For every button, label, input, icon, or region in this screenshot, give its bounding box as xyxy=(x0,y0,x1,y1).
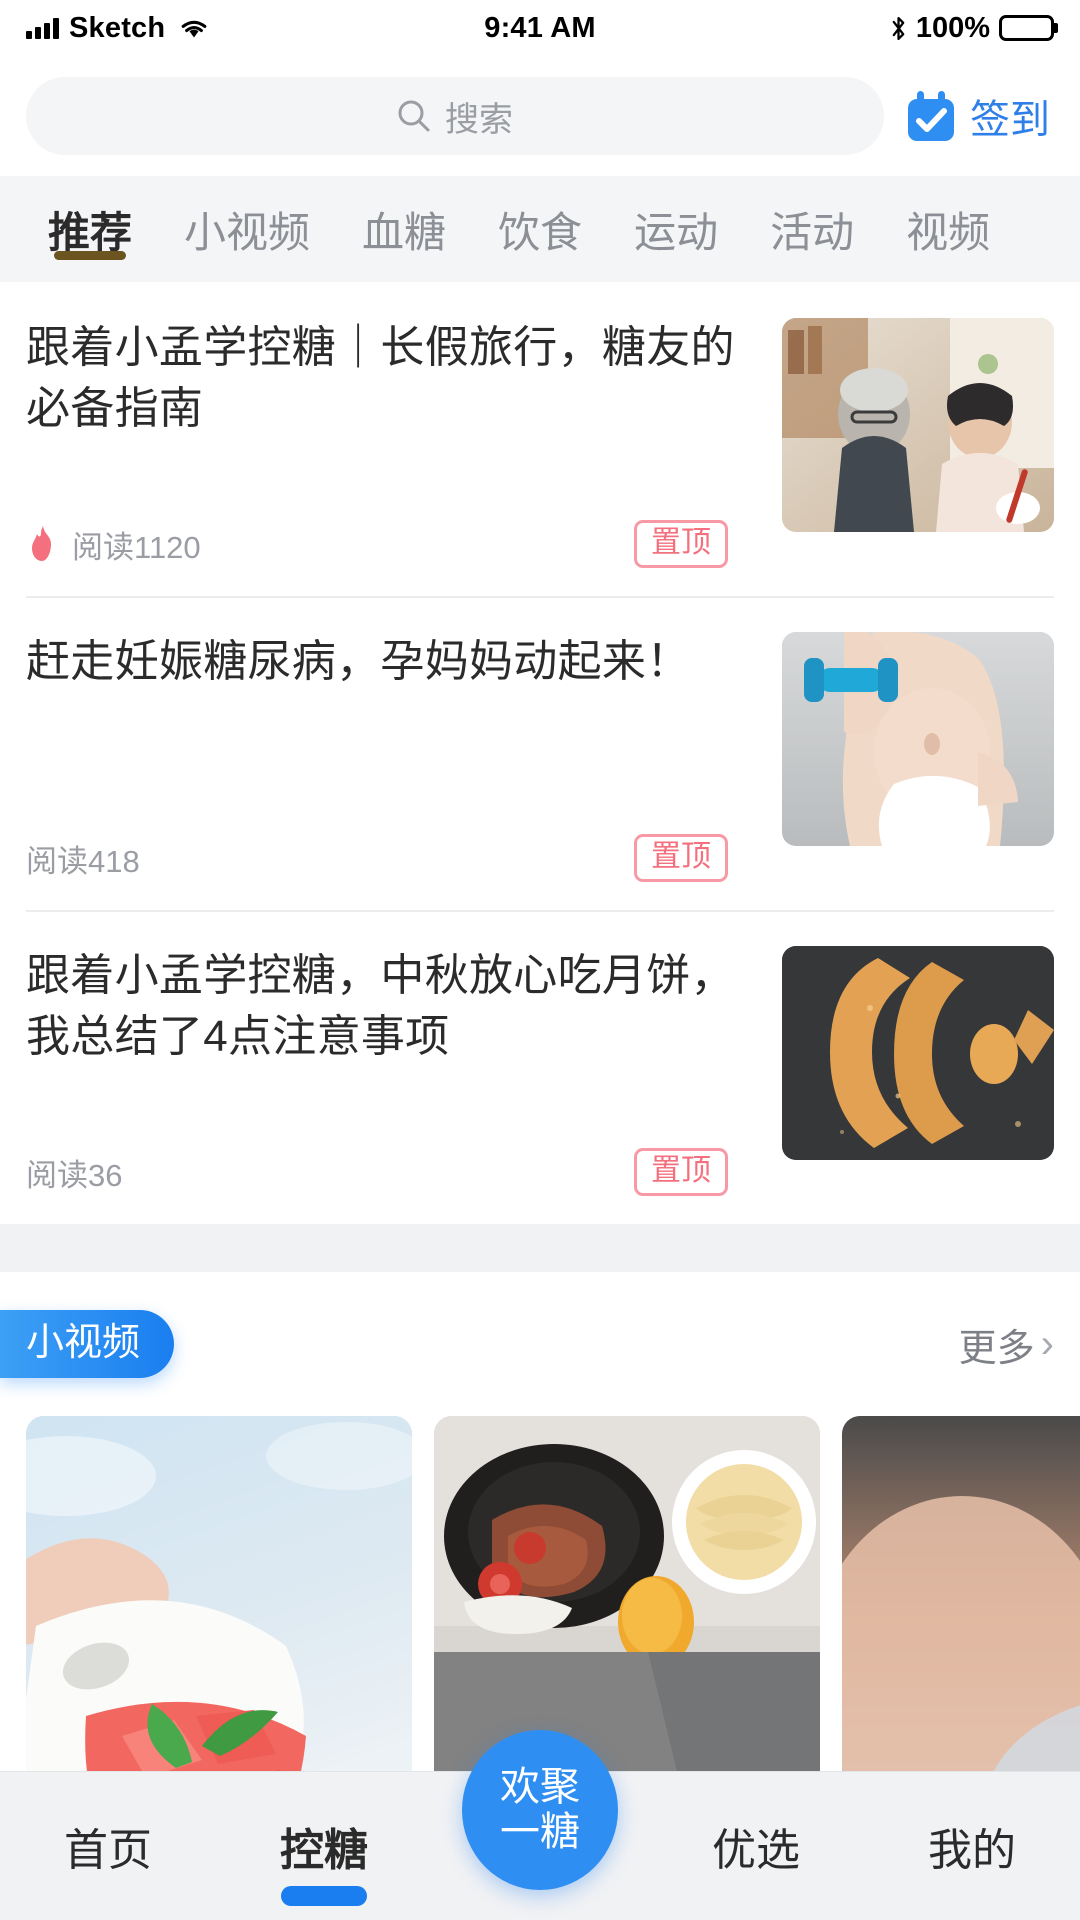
article-thumbnail xyxy=(782,318,1054,532)
tab-diet[interactable]: 饮食 xyxy=(472,176,608,282)
search-input[interactable]: 搜索 xyxy=(26,77,884,155)
tab-recommend[interactable]: 推荐 xyxy=(22,176,158,282)
bottom-navigation[interactable]: 首页 控糖 优选 我的 欢聚 一糖 xyxy=(0,1730,1080,1920)
nav-item-mine[interactable]: 我的 xyxy=(864,1814,1080,1878)
article-content: 跟着小孟学控糖，中秋放心吃月饼，我总结了4点注意事项 阅读36 置顶 xyxy=(26,946,756,1196)
status-left: Sketch xyxy=(26,12,209,45)
tab-bloodsugar[interactable]: 血糖 xyxy=(336,176,472,282)
search-icon xyxy=(397,99,431,133)
status-bar: Sketch 9:41 AM 100% xyxy=(0,0,1080,56)
article-row[interactable]: 跟着小孟学控糖，中秋放心吃月饼，我总结了4点注意事项 阅读36 置顶 xyxy=(26,910,1054,1224)
read-count-label: 阅读36 xyxy=(26,1157,123,1193)
article-meta: 阅读36 置顶 xyxy=(26,1148,756,1196)
status-badge: 置顶 xyxy=(634,1148,728,1196)
article-content: 赶走妊娠糖尿病，孕妈妈动起来！ 阅读418 置顶 xyxy=(26,632,756,882)
nav-item-home[interactable]: 首页 xyxy=(0,1814,216,1878)
chevron-right-icon: › xyxy=(1040,1322,1054,1366)
bluetooth-icon xyxy=(890,15,907,42)
short-video-pill-label: 小视频 xyxy=(0,1310,175,1378)
status-right: 100% xyxy=(890,12,1054,45)
search-header: 搜索 签到 xyxy=(0,56,1080,176)
category-tabs[interactable]: 推荐 小视频 血糖 饮食 运动 活动 视频 xyxy=(0,176,1080,282)
search-placeholder: 搜索 xyxy=(445,100,513,139)
article-meta: 阅读418 置顶 xyxy=(26,834,756,882)
article-thumbnail xyxy=(782,946,1054,1160)
read-count-label: 阅读1120 xyxy=(72,529,201,565)
article-thumbnail xyxy=(782,632,1054,846)
article-title: 跟着小孟学控糖，中秋放心吃月饼，我总结了4点注意事项 xyxy=(26,951,735,1061)
carrier-label: Sketch xyxy=(69,11,166,44)
section-divider xyxy=(0,1224,1080,1272)
battery-full-icon xyxy=(999,15,1054,41)
tab-shortvideo[interactable]: 小视频 xyxy=(158,176,336,282)
read-count-label: 阅读418 xyxy=(26,843,140,879)
nav-center-line2: 一糖 xyxy=(500,1810,580,1854)
signin-button[interactable]: 签到 xyxy=(904,87,1054,145)
article-title: 跟着小孟学控糖｜长假旅行，糖友的必备指南 xyxy=(26,323,735,433)
article-title: 赶走妊娠糖尿病，孕妈妈动起来！ xyxy=(26,637,691,686)
status-badge: 置顶 xyxy=(634,834,728,882)
article-row[interactable]: 赶走妊娠糖尿病，孕妈妈动起来！ 阅读418 置顶 xyxy=(26,596,1054,910)
article-row[interactable]: 跟着小孟学控糖｜长假旅行，糖友的必备指南 阅读1120 置顶 xyxy=(26,282,1054,596)
more-link[interactable]: 更多 › xyxy=(959,1317,1054,1372)
battery-percent-label: 100% xyxy=(915,11,990,44)
flame-icon xyxy=(26,525,58,563)
wifi-icon xyxy=(179,17,209,39)
signin-label: 签到 xyxy=(970,98,1050,142)
signal-bars-icon xyxy=(26,17,59,39)
nav-center-button[interactable]: 欢聚 一糖 xyxy=(462,1730,618,1890)
article-content: 跟着小孟学控糖｜长假旅行，糖友的必备指南 阅读1120 置顶 xyxy=(26,318,756,568)
tab-activity[interactable]: 活动 xyxy=(744,176,880,282)
status-badge: 置顶 xyxy=(634,520,728,568)
nav-item-sugar[interactable]: 控糖 xyxy=(216,1814,432,1878)
nav-item-select[interactable]: 优选 xyxy=(648,1814,864,1878)
tab-exercise[interactable]: 运动 xyxy=(608,176,744,282)
article-meta: 阅读1120 置顶 xyxy=(26,520,756,568)
nav-center-line1: 欢聚 xyxy=(500,1765,580,1810)
calendar-check-icon xyxy=(904,89,958,143)
more-label: 更多 xyxy=(958,1327,1035,1370)
tab-video[interactable]: 视频 xyxy=(880,176,1016,282)
article-list: 跟着小孟学控糖｜长假旅行，糖友的必备指南 阅读1120 置顶 赶走妊娠糖尿病，孕… xyxy=(0,282,1080,1224)
short-video-header: 小视频 更多 › xyxy=(0,1302,1080,1386)
